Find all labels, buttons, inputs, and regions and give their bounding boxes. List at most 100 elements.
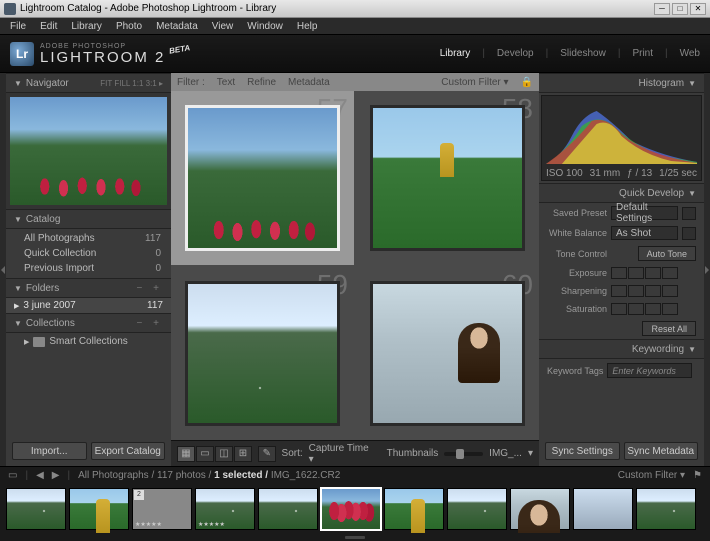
filmstrip-handle[interactable] — [0, 533, 710, 541]
second-window-icon[interactable]: ▭ — [8, 470, 17, 481]
menu-window[interactable]: Window — [241, 20, 289, 33]
auto-tone-button[interactable]: Auto Tone — [638, 246, 696, 261]
toolbar-menu-icon[interactable]: ▾ — [528, 448, 533, 459]
filmstrip-info-bar: ▭ | ◀ ▶ | All Photographs / 117 photos /… — [0, 466, 710, 484]
import-button[interactable]: Import... — [12, 442, 87, 460]
exposure-steppers[interactable] — [611, 267, 678, 279]
navigator-preview[interactable] — [6, 93, 171, 209]
filmstrip-thumb[interactable] — [321, 488, 381, 530]
right-panel-grip[interactable] — [704, 73, 710, 466]
folders-header[interactable]: ▼ Folders − + — [6, 278, 171, 298]
keywording-header[interactable]: Keywording ▼ — [539, 339, 704, 359]
module-slideshow[interactable]: Slideshow — [560, 48, 606, 59]
module-print[interactable]: Print — [632, 48, 653, 59]
center-view: Filter : Text Refine Metadata Custom Fil… — [171, 73, 539, 466]
module-web[interactable]: Web — [680, 48, 700, 59]
chevron-right-icon: ▶ — [24, 338, 29, 346]
collections-add-remove[interactable]: − + — [137, 318, 163, 329]
sharpening-steppers[interactable] — [611, 285, 678, 297]
sync-metadata-button[interactable]: Sync Metadata — [624, 442, 699, 460]
sort-dropdown[interactable]: Capture Time ▾ — [309, 443, 375, 465]
histogram-header[interactable]: Histogram ▼ — [539, 73, 704, 93]
catalog-all[interactable]: All Photographs117 — [6, 231, 171, 246]
brand-big: LIGHTROOM 2 — [40, 50, 165, 65]
filmstrip-thumb[interactable] — [6, 488, 66, 530]
preset-dropdown[interactable]: Default Settings — [611, 206, 678, 220]
grid-toolbar: ▦ ▭ ◫ ⊞ ✎ Sort: Capture Time ▾ Thumbnail… — [171, 440, 539, 466]
quick-develop-header[interactable]: Quick Develop ▼ — [539, 183, 704, 203]
window-title: Lightroom Catalog - Adobe Photoshop Ligh… — [20, 3, 276, 14]
disclosure-triangle-icon: ▼ — [14, 79, 22, 88]
survey-view-button[interactable]: ⊞ — [234, 446, 252, 462]
menu-bar: File Edit Library Photo Metadata View Wi… — [0, 18, 710, 35]
collections-header[interactable]: ▼ Collections − + — [6, 313, 171, 333]
menu-metadata[interactable]: Metadata — [150, 20, 204, 33]
custom-filter-dropdown[interactable]: Custom Filter ▾ — [441, 77, 508, 88]
filmstrip-thumb[interactable] — [384, 488, 444, 530]
filmstrip[interactable]: 2★★★★★ ★★★★★ — [0, 484, 710, 533]
saturation-steppers[interactable] — [611, 303, 678, 315]
export-catalog-button[interactable]: Export Catalog — [91, 442, 166, 460]
compare-view-button[interactable]: ◫ — [215, 446, 233, 462]
loupe-view-button[interactable]: ▭ — [196, 446, 214, 462]
breadcrumb[interactable]: All Photographs / 117 photos / 1 selecte… — [78, 470, 340, 481]
filter-metadata[interactable]: Metadata — [288, 77, 330, 88]
folder-item[interactable]: ▶ 3 june 2007117 — [6, 298, 171, 313]
catalog-header[interactable]: ▼ Catalog — [6, 209, 171, 229]
filter-refine[interactable]: Refine — [247, 77, 276, 88]
grid-cell[interactable]: 58 — [356, 91, 539, 265]
sync-settings-button[interactable]: Sync Settings — [545, 442, 620, 460]
filmstrip-thumb[interactable] — [447, 488, 507, 530]
menu-photo[interactable]: Photo — [110, 20, 148, 33]
painter-tool-icon[interactable]: ✎ — [258, 446, 276, 462]
filmstrip-thumb[interactable] — [636, 488, 696, 530]
module-library[interactable]: Library — [440, 48, 471, 59]
module-develop[interactable]: Develop — [497, 48, 534, 59]
filmstrip-thumb[interactable] — [573, 488, 633, 530]
folder-icon — [33, 337, 45, 347]
navigator-zoom-opts[interactable]: FIT FILL 1:1 3:1 ▸ — [100, 79, 163, 88]
filename-label: IMG_... — [489, 448, 522, 459]
grid-view-button[interactable]: ▦ — [177, 446, 195, 462]
grid-cell[interactable]: 59 — [171, 267, 354, 441]
expand-icon[interactable] — [682, 207, 696, 220]
filter-lock-icon[interactable]: 🔒 — [521, 77, 533, 88]
wb-dropdown[interactable]: As Shot — [611, 226, 678, 240]
catalog-quick[interactable]: Quick Collection0 — [6, 246, 171, 261]
menu-file[interactable]: File — [4, 20, 32, 33]
grid-cell[interactable]: 60 — [356, 267, 539, 441]
filmstrip-thumb[interactable] — [258, 488, 318, 530]
reset-all-button[interactable]: Reset All — [642, 321, 696, 336]
menu-help[interactable]: Help — [291, 20, 324, 33]
collection-item[interactable]: ▶ Smart Collections — [6, 333, 171, 350]
expand-icon[interactable] — [682, 227, 696, 240]
beta-badge: BETA — [169, 43, 191, 56]
folders-add-remove[interactable]: − + — [137, 283, 163, 294]
left-panel: ▼ Navigator FIT FILL 1:1 3:1 ▸ ▼ Catalog… — [6, 73, 171, 466]
thumbnail-size-slider[interactable] — [444, 452, 483, 456]
grid-cell[interactable]: 57 — [171, 91, 354, 265]
menu-library[interactable]: Library — [65, 20, 108, 33]
grid-view: 57 58 59 60 — [171, 91, 539, 440]
filmstrip-thumb[interactable]: 2★★★★★ — [132, 488, 192, 530]
catalog-previous[interactable]: Previous Import0 — [6, 261, 171, 276]
menu-edit[interactable]: Edit — [34, 20, 63, 33]
nav-fwd-icon[interactable]: ▶ — [52, 470, 60, 481]
thumbnail — [185, 281, 340, 427]
custom-filter-status[interactable]: Custom Filter ▾ — [618, 470, 685, 481]
histogram-display[interactable]: ISO 100 31 mm ƒ / 13 1/25 sec — [541, 95, 702, 181]
filmstrip-thumb[interactable] — [510, 488, 570, 530]
nav-back-icon[interactable]: ◀ — [36, 470, 44, 481]
flag-filter-icon[interactable]: ⚑ — [693, 470, 702, 481]
keyword-input[interactable]: Enter Keywords — [607, 363, 692, 378]
navigator-header[interactable]: ▼ Navigator FIT FILL 1:1 3:1 ▸ — [6, 73, 171, 93]
window-titlebar: Lightroom Catalog - Adobe Photoshop Ligh… — [0, 0, 710, 18]
close-button[interactable]: ✕ — [690, 3, 706, 15]
maximize-button[interactable]: □ — [672, 3, 688, 15]
filmstrip-thumb[interactable] — [69, 488, 129, 530]
disclosure-triangle-icon: ▼ — [14, 215, 22, 224]
minimize-button[interactable]: ─ — [654, 3, 670, 15]
filmstrip-thumb[interactable]: ★★★★★ — [195, 488, 255, 530]
filter-text[interactable]: Text — [217, 77, 235, 88]
menu-view[interactable]: View — [206, 20, 240, 33]
